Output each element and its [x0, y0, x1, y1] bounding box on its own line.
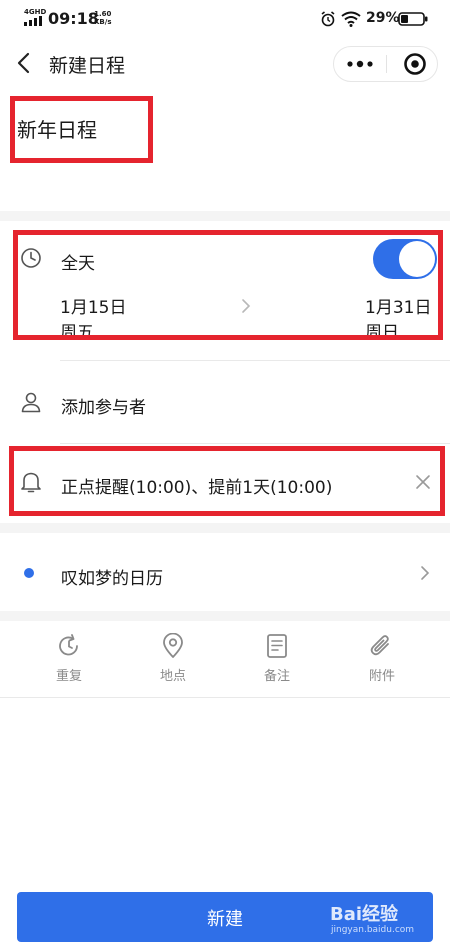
location-label[interactable]: 地点	[143, 665, 203, 684]
chevron-right-icon	[242, 299, 251, 313]
add-participants-button[interactable]: 添加参与者	[61, 393, 146, 418]
end-date[interactable]: 1月31日	[365, 293, 431, 318]
toggle-knob	[399, 241, 435, 277]
speed-unit: KB/s	[94, 18, 112, 26]
close-program-icon[interactable]	[403, 52, 427, 76]
end-weekday-clip: 周日	[365, 318, 435, 335]
location-pin-icon[interactable]	[161, 633, 185, 659]
note-icon[interactable]	[266, 633, 288, 659]
clock-icon	[21, 248, 41, 268]
end-weekday: 周日	[365, 323, 399, 335]
reminder-setting[interactable]: 正点提醒(10:00)、提前1天(10:00)	[61, 473, 332, 498]
cell-signal-icon	[24, 16, 42, 26]
speed-value: 1.60	[94, 10, 112, 18]
repeat-label[interactable]: 重复	[39, 665, 99, 684]
page-title: 新建日程	[49, 55, 126, 77]
battery-icon	[398, 12, 428, 26]
clear-reminder-icon[interactable]	[415, 474, 431, 490]
alarm-clock-icon	[321, 11, 335, 27]
all-day-label: 全天	[61, 254, 95, 274]
baidu-watermark: Bai经验	[330, 904, 399, 925]
start-weekday: 周五	[60, 323, 94, 335]
toolbar-bottom-border	[0, 697, 450, 698]
event-title-input[interactable]: 新年日程	[17, 114, 97, 143]
section-divider	[0, 211, 450, 221]
note-label[interactable]: 备注	[247, 665, 307, 684]
wifi-icon	[341, 11, 361, 27]
person-icon	[21, 392, 41, 413]
capsule-divider	[386, 55, 387, 73]
row-divider	[60, 443, 450, 444]
start-weekday-clip: 周五	[60, 318, 140, 335]
back-arrow-icon[interactable]	[12, 50, 36, 76]
network-speed: 1.60 KB/s	[94, 10, 111, 26]
section-divider	[0, 611, 450, 621]
watermark-url: jingyan.baidu.com	[331, 925, 415, 935]
repeat-icon[interactable]	[56, 633, 82, 659]
calendar-color-dot	[24, 568, 34, 578]
network-type: 4GHD	[24, 8, 47, 16]
row-divider	[60, 360, 450, 361]
bell-icon	[21, 472, 41, 493]
attachment-label[interactable]: 附件	[352, 665, 412, 684]
more-options-icon[interactable]	[346, 58, 374, 70]
chevron-right-icon[interactable]	[420, 565, 430, 581]
start-date[interactable]: 1月15日	[60, 293, 126, 318]
battery-percent: 29%	[366, 10, 400, 26]
paperclip-icon[interactable]	[368, 633, 394, 659]
status-time: 09:18	[48, 9, 99, 28]
section-divider	[0, 523, 450, 533]
calendar-select[interactable]: 叹如梦的日历	[61, 564, 163, 589]
